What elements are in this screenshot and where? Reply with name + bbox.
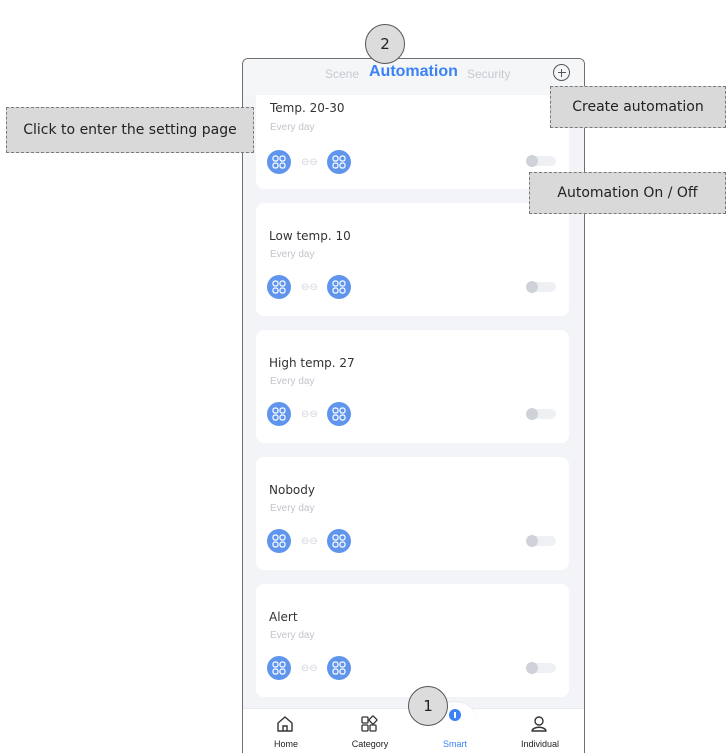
tab-security[interactable]: Security xyxy=(467,67,510,81)
top-tab-bar: Scene Automation Security xyxy=(243,59,584,95)
condition-device-icon xyxy=(267,529,291,553)
toggle-knob xyxy=(526,408,538,420)
automation-title: Temp. 20-30 xyxy=(270,101,345,115)
automation-list: Temp. 20-30 Every day ⊖⊖ Low temp. 10 Ev… xyxy=(256,95,569,711)
link-icon: ⊖⊖ xyxy=(301,282,318,293)
step-marker-1: 1 xyxy=(408,686,448,726)
automation-title: Alert xyxy=(269,610,298,624)
nav-individual-label: Individual xyxy=(520,739,560,749)
callout-enter-setting: Click to enter the setting page xyxy=(6,107,254,153)
automation-card[interactable]: Nobody Every day ⊖⊖ xyxy=(256,457,569,570)
condition-device-icon xyxy=(267,656,291,680)
automation-card[interactable]: High temp. 27 Every day ⊖⊖ xyxy=(256,330,569,443)
link-icon: ⊖⊖ xyxy=(301,663,318,674)
action-device-icon xyxy=(327,150,351,174)
condition-device-icon xyxy=(267,150,291,174)
toggle-knob xyxy=(526,662,538,674)
action-device-icon xyxy=(327,402,351,426)
condition-device-icon xyxy=(267,402,291,426)
automation-schedule: Every day xyxy=(270,122,315,133)
automation-toggle[interactable] xyxy=(526,662,556,674)
automation-toggle[interactable] xyxy=(526,535,556,547)
automation-schedule: Every day xyxy=(270,503,315,514)
callout-automation-onoff: Automation On / Off xyxy=(529,172,726,214)
toggle-knob xyxy=(526,155,538,167)
user-icon xyxy=(531,716,547,732)
link-icon: ⊖⊖ xyxy=(301,536,318,547)
home-icon xyxy=(277,716,293,732)
automation-title: Nobody xyxy=(269,483,315,497)
automation-card[interactable]: Temp. 20-30 Every day ⊖⊖ xyxy=(256,95,569,189)
smart-badge-icon xyxy=(449,709,461,721)
link-icon: ⊖⊖ xyxy=(301,157,318,168)
action-device-icon xyxy=(327,529,351,553)
nav-category-label: Category xyxy=(351,739,389,749)
automation-card[interactable]: Alert Every day ⊖⊖ xyxy=(256,584,569,697)
step-marker-2: 2 xyxy=(365,24,405,64)
automation-schedule: Every day xyxy=(270,376,315,387)
category-icon xyxy=(361,715,378,732)
automation-schedule: Every day xyxy=(270,630,315,641)
tab-scene[interactable]: Scene xyxy=(325,67,359,81)
link-icon: ⊖⊖ xyxy=(301,409,318,420)
phone-screen: Scene Automation Security Temp. 20-30 Ev… xyxy=(242,58,585,753)
automation-card[interactable]: Low temp. 10 Every day ⊖⊖ xyxy=(256,203,569,316)
nav-smart-label: Smart xyxy=(442,739,467,749)
automation-schedule: Every day xyxy=(270,249,315,260)
condition-device-icon xyxy=(267,275,291,299)
automation-title: Low temp. 10 xyxy=(269,229,351,243)
automation-toggle[interactable] xyxy=(526,408,556,420)
automation-title: High temp. 27 xyxy=(269,356,355,370)
action-device-icon xyxy=(327,275,351,299)
tab-automation[interactable]: Automation xyxy=(369,63,458,81)
automation-toggle[interactable] xyxy=(526,281,556,293)
callout-create-automation: Create automation xyxy=(550,86,726,128)
add-automation-icon[interactable] xyxy=(553,64,570,81)
toggle-knob xyxy=(526,535,538,547)
toggle-knob xyxy=(526,281,538,293)
nav-home-label: Home xyxy=(273,739,298,749)
action-device-icon xyxy=(327,656,351,680)
automation-toggle[interactable] xyxy=(526,155,556,167)
